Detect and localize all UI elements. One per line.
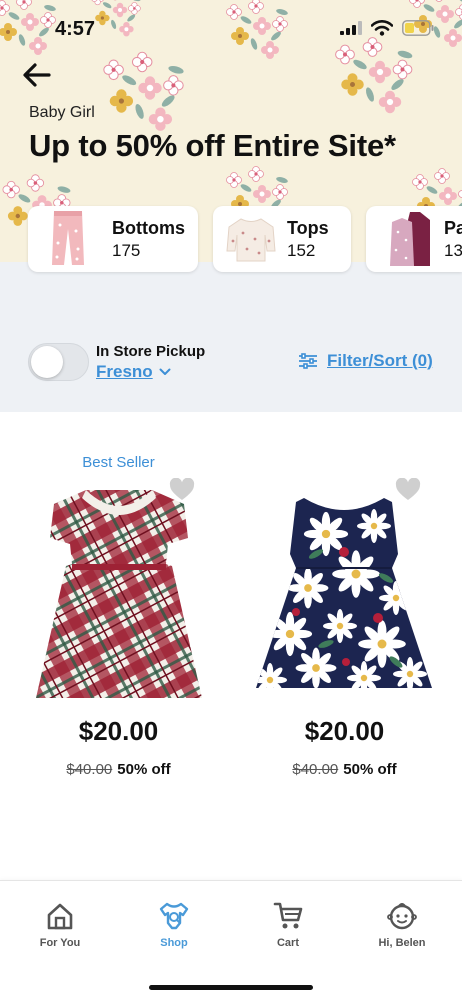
category-card-bottoms[interactable]: Bottoms 175 [28, 206, 198, 272]
home-indicator [149, 985, 313, 990]
store-selector-link[interactable]: Fresno [96, 362, 171, 382]
sleepwear-thumbnail [386, 209, 434, 269]
nav-shop[interactable]: Shop [128, 899, 220, 949]
product-price: $20.00 [78, 716, 159, 746]
in-store-pickup-label: In Store Pickup [96, 343, 206, 360]
nav-for-you[interactable]: For You [14, 899, 106, 949]
arrow-left-icon [23, 63, 51, 87]
cart-icon [273, 902, 303, 929]
category-card-partial[interactable]: Pa 13 [366, 206, 462, 272]
baby-face-icon [387, 903, 417, 930]
nav-label: Cart [276, 937, 299, 949]
bottom-navigation: For You Shop Cart Hi, Belen [0, 880, 462, 1000]
wifi-icon [371, 20, 393, 36]
category-count: 152 [287, 240, 316, 260]
signal-icon [340, 21, 362, 35]
sliders-icon [299, 353, 317, 369]
battery-icon [402, 20, 434, 36]
category-card-tops[interactable]: Tops 152 [213, 206, 351, 272]
category-count: 175 [112, 240, 141, 260]
nav-label: Hi, Belen [378, 937, 426, 949]
nav-account[interactable]: Hi, Belen [356, 899, 448, 949]
nav-cart[interactable]: Cart [242, 899, 334, 949]
status-bar: 4:57 [0, 0, 462, 56]
category-name: Bottoms [112, 217, 185, 238]
original-price: $40.00 [66, 761, 113, 778]
filter-sort-button[interactable]: Filter/Sort (0) [298, 351, 433, 371]
original-price: $40.00 [292, 761, 339, 778]
in-store-pickup-toggle[interactable] [28, 343, 89, 381]
discount-label: 50% off [117, 761, 171, 778]
product-price-row: $40.00 50% off [3, 761, 234, 778]
status-icons [340, 20, 434, 36]
product-price: $20.00 [304, 716, 385, 746]
back-button[interactable] [22, 62, 56, 92]
category-name: Tops [287, 217, 329, 238]
best-seller-badge: Best Seller [82, 454, 155, 471]
status-time: 4:57 [55, 18, 96, 40]
floral-dress-image[interactable] [256, 494, 432, 699]
category-count: 13 [444, 240, 462, 260]
plaid-dress-image[interactable] [34, 484, 204, 713]
store-name: Fresno [96, 362, 153, 381]
page-title: Up to 50% off Entire Site* [29, 128, 396, 163]
bottoms-thumbnail [36, 209, 100, 269]
shop-onesie-icon [159, 902, 189, 930]
category-name: Pa [444, 217, 462, 238]
nav-label: For You [39, 937, 81, 949]
category-strip-background [0, 262, 462, 412]
chevron-down-icon [159, 368, 171, 375]
nav-label: Shop [160, 937, 188, 949]
discount-label: 50% off [343, 761, 397, 778]
tops-thumbnail [223, 209, 279, 269]
page-subtitle: Baby Girl [29, 104, 95, 121]
filter-sort-label: Filter/Sort (0) [327, 351, 433, 370]
product-price-row: $40.00 50% off [229, 761, 460, 778]
home-icon [47, 903, 73, 930]
toggle-knob [31, 346, 63, 378]
